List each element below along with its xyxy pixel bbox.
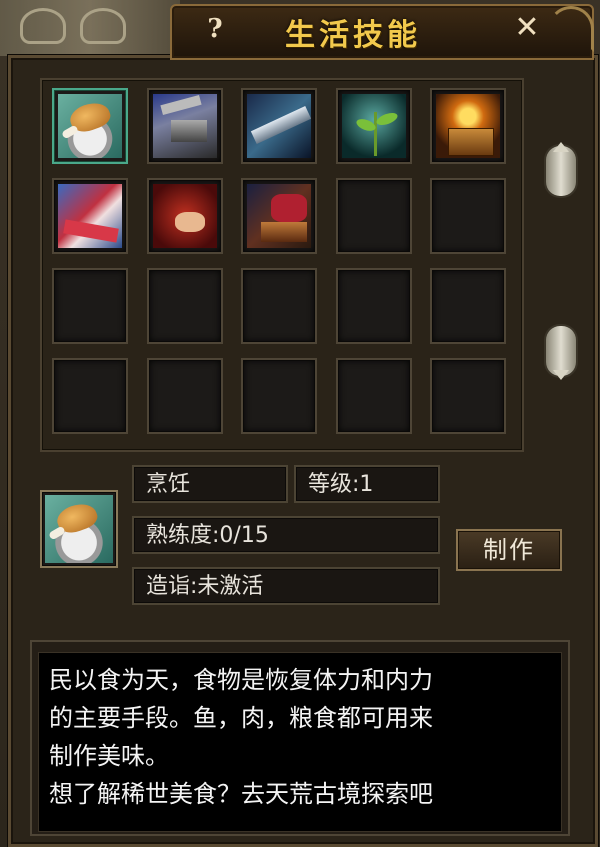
make-button[interactable]: 制作 xyxy=(456,529,562,571)
swirl-ornament-icon xyxy=(80,8,126,44)
empty-skill-slot[interactable] xyxy=(430,358,506,434)
roast-chicken-leg-icon xyxy=(58,94,122,158)
decorative-border xyxy=(0,0,180,56)
proficiency-field: 熟练度:0/15 xyxy=(132,516,440,554)
embroidery-needle-icon xyxy=(152,184,217,248)
description-line: 制作美味。 xyxy=(49,742,169,770)
empty-skill-slot[interactable] xyxy=(241,268,317,344)
roast-chicken-leg-icon xyxy=(45,495,113,563)
empty-skill-slot[interactable] xyxy=(146,268,223,344)
close-button[interactable]: ✕ xyxy=(512,12,542,44)
silk-ribbon-icon xyxy=(58,184,122,248)
description-line: 想了解稀世美食？去天荒古境探索吧 xyxy=(49,780,433,808)
cloth-book-icon xyxy=(247,184,311,248)
empty-skill-slot[interactable] xyxy=(335,358,412,434)
skill-slot[interactable] xyxy=(241,88,317,164)
window-title: 生活技能 xyxy=(285,18,421,53)
skill-level-field: 等级:1 xyxy=(294,465,440,503)
skill-slot[interactable] xyxy=(146,178,223,254)
gold-chest-icon xyxy=(436,94,500,158)
sprout-plant-icon xyxy=(341,94,406,158)
empty-skill-slot[interactable] xyxy=(430,178,506,254)
selected-skill-icon xyxy=(40,490,118,568)
arrow-up-icon xyxy=(553,142,569,152)
skill-name-field: 烹饪 xyxy=(132,465,288,503)
empty-skill-slot[interactable] xyxy=(430,268,506,344)
skill-slot[interactable] xyxy=(52,88,128,164)
empty-skill-slot[interactable] xyxy=(335,178,412,254)
description-line: 民以食为天，食物是恢复体力和内力 xyxy=(49,666,433,694)
empty-skill-slot[interactable] xyxy=(52,358,128,434)
swirl-ornament-icon xyxy=(20,8,66,44)
arrow-down-icon xyxy=(553,370,569,380)
empty-skill-slot[interactable] xyxy=(241,358,317,434)
life-skills-window: ? 生活技能 ✕ 烹饪 等级:1 熟练度:0/15 造诣:未激活 制作 民以食为… xyxy=(0,0,600,847)
scroll-knob-icon xyxy=(546,146,576,196)
skill-slot[interactable] xyxy=(430,88,506,164)
empty-skill-slot[interactable] xyxy=(335,268,412,344)
corner-ornament-icon xyxy=(548,6,594,52)
scroll-up-button[interactable] xyxy=(538,142,584,200)
description-line: 的主要手段。鱼，肉，粮食都可用来 xyxy=(49,704,433,732)
mastery-field: 造诣:未激活 xyxy=(132,567,440,605)
anvil-hammer-icon xyxy=(152,94,217,158)
help-button[interactable]: ? xyxy=(200,14,230,44)
scroll-knob-icon xyxy=(546,326,576,376)
scroll-down-button[interactable] xyxy=(538,322,584,380)
blade-icon xyxy=(247,94,311,158)
empty-skill-slot[interactable] xyxy=(146,358,223,434)
empty-skill-slot[interactable] xyxy=(52,268,128,344)
skill-slot[interactable] xyxy=(146,88,223,164)
description-box: 民以食为天，食物是恢复体力和内力 的主要手段。鱼，肉，粮食都可用来 制作美味。 … xyxy=(38,652,562,832)
skill-slot[interactable] xyxy=(335,88,412,164)
skill-slot[interactable] xyxy=(241,178,317,254)
skill-slot[interactable] xyxy=(52,178,128,254)
